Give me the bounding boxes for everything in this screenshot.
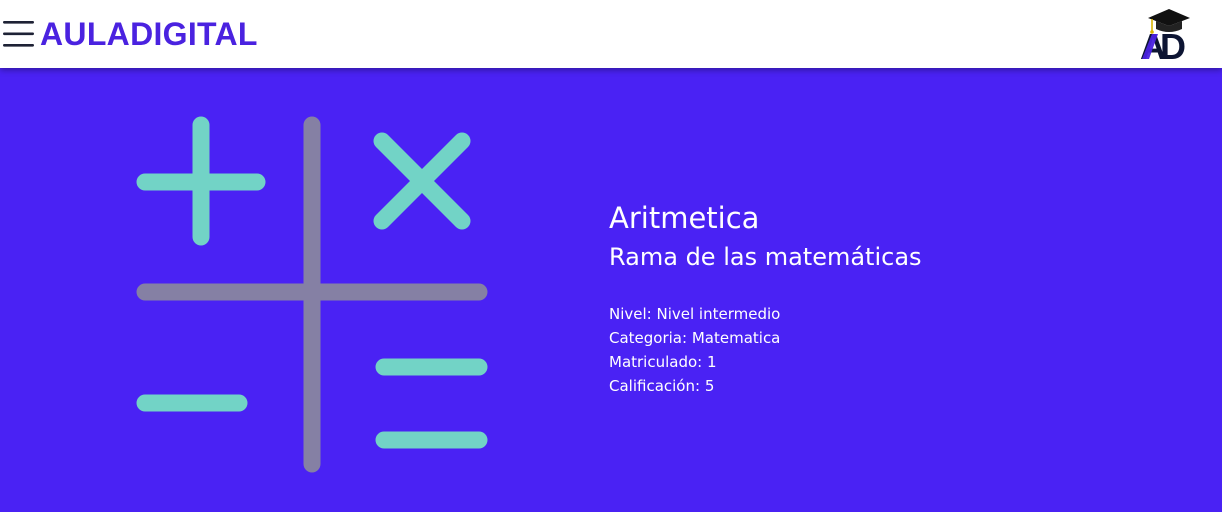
graduation-cap-logo[interactable]: AD: [1138, 4, 1200, 67]
detail-rating-label: Calificación:: [609, 377, 701, 395]
detail-enrolled-value: 1: [707, 353, 717, 371]
course-subtitle: Rama de las matemáticas: [609, 243, 922, 271]
detail-category-label: Categoria:: [609, 329, 688, 347]
detail-level: Nivel: Nivel intermedio: [609, 302, 922, 326]
detail-enrolled-label: Matriculado:: [609, 353, 703, 371]
course-info: Aritmetica Rama de las matemáticas Nivel…: [609, 198, 922, 398]
detail-rating-value: 5: [704, 377, 715, 395]
math-operators-illustration: [136, 116, 488, 473]
brand-title[interactable]: AULADIGITAL: [40, 14, 258, 54]
detail-category: Categoria: Matematica: [609, 326, 922, 350]
course-details: Nivel: Nivel intermedio Categoria: Matem…: [609, 302, 922, 398]
detail-level-label: Nivel:: [609, 305, 652, 323]
detail-enrolled: Matriculado: 1: [609, 350, 922, 374]
detail-category-value: Matematica: [691, 329, 781, 347]
course-title: Aritmetica: [609, 201, 760, 235]
hamburger-menu-icon[interactable]: [3, 19, 35, 49]
detail-rating: Calificación: 5: [609, 374, 922, 398]
top-navigation-bar: AULADIGITAL AD: [0, 0, 1222, 68]
detail-level-value: Nivel intermedio: [656, 305, 781, 323]
course-hero: Aritmetica Rama de las matemáticas Nivel…: [0, 68, 1222, 512]
